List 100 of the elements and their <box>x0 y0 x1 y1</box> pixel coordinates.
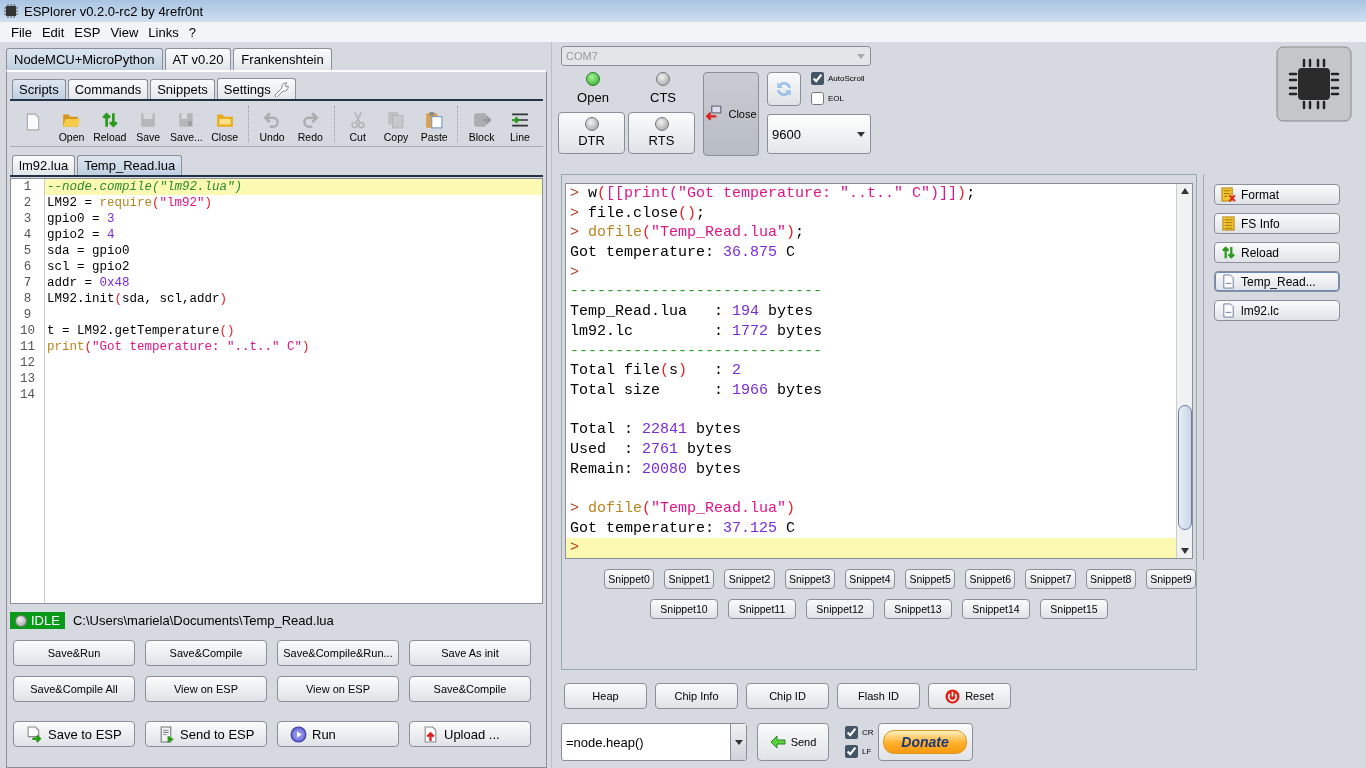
checkbox[interactable] <box>845 745 858 758</box>
command-button[interactable]: Chip ID <box>746 683 829 709</box>
send-button[interactable]: Send <box>757 723 829 761</box>
scrollbar[interactable] <box>1176 184 1192 558</box>
file-path: C:\Users\mariela\Documents\Temp_Read.lua <box>72 613 334 628</box>
connect-button[interactable]: Close <box>703 72 759 156</box>
menu-item[interactable]: View <box>105 24 144 40</box>
menu-item[interactable]: ? <box>183 24 201 40</box>
script-button[interactable]: Save As init <box>409 640 531 666</box>
tab[interactable]: Scripts <box>12 79 66 99</box>
snippet-button[interactable]: Snippet1 <box>664 569 715 589</box>
script-button[interactable]: Save&Run <box>13 640 135 666</box>
file-tab[interactable]: lm92.lua <box>12 155 76 175</box>
console-line: Total file(s) : 2 <box>569 361 743 381</box>
script-button[interactable]: Save&Compile All <box>13 676 135 702</box>
document-icon <box>1221 274 1236 289</box>
signal-label: Open <box>577 90 609 105</box>
led-icon <box>15 614 27 627</box>
script-button[interactable]: Save&Compile&Run... <box>277 640 399 666</box>
command-button[interactable]: Reset <box>928 683 1011 709</box>
console-line: ---------------------------- <box>569 341 824 362</box>
command-button[interactable]: Heap <box>564 683 647 709</box>
snippet-button[interactable]: Snippet4 <box>844 569 895 589</box>
line-number: 7 <box>22 275 33 291</box>
baud-dropdown[interactable]: 9600 <box>767 114 871 154</box>
line-number: 9 <box>22 307 33 323</box>
snippet-button[interactable]: Snippet8 <box>1085 569 1136 589</box>
document-icon <box>422 725 439 743</box>
snippet-button[interactable]: Snippet13 <box>884 599 952 619</box>
tab[interactable]: Settings <box>216 78 296 99</box>
snippet-button[interactable]: Snippet7 <box>1025 569 1076 589</box>
snippet-button[interactable]: Snippet10 <box>650 599 718 619</box>
snippet-button[interactable]: Snippet14 <box>962 599 1030 619</box>
snippet-button[interactable]: Snippet9 <box>1145 569 1196 589</box>
checkbox[interactable] <box>811 72 824 85</box>
file-button[interactable]: lm92.lc <box>1214 300 1340 321</box>
snippet-button[interactable]: Snippet11 <box>728 599 796 619</box>
file-button[interactable]: Reload <box>1214 242 1340 263</box>
snippet-button[interactable]: Snippet2 <box>724 569 775 589</box>
snippet-button[interactable]: Snippet3 <box>784 569 835 589</box>
tab[interactable]: AT v0.20 <box>164 48 232 70</box>
menu-item[interactable]: ESP <box>69 24 106 40</box>
wrench-icon <box>272 81 289 97</box>
line-number: 1 <box>22 179 33 195</box>
file-button[interactable]: FS Info <box>1214 213 1340 234</box>
console-line: Got temperature: 37.125 C <box>569 518 797 539</box>
action-button[interactable]: Run <box>277 721 399 747</box>
down-arrow-icon[interactable] <box>1180 548 1189 554</box>
code-line: LM92.init(sda, scl,addr) <box>46 291 229 307</box>
menu-item[interactable]: Edit <box>36 24 70 40</box>
tab[interactable]: Snippets <box>150 79 215 99</box>
snippet-button[interactable]: Snippet15 <box>1040 599 1108 619</box>
checkbox[interactable] <box>811 92 824 105</box>
file-button[interactable]: Format <box>1214 184 1340 205</box>
tab[interactable]: NodeMCU+MicroPython <box>6 48 163 70</box>
note-icon <box>1221 216 1236 231</box>
tab[interactable]: Frankenshtein <box>233 48 332 70</box>
console-line: ---------------------------- <box>569 282 824 303</box>
toolbar-button[interactable]: Close <box>205 111 244 146</box>
toolbar-button[interactable]: Reload <box>90 111 129 146</box>
snippet-button[interactable]: Snippet12 <box>806 599 874 619</box>
script-button[interactable]: Save&Compile <box>409 676 531 702</box>
menu-item[interactable]: File <box>6 24 37 40</box>
snippet-button[interactable]: Snippet0 <box>604 569 655 589</box>
snippet-button[interactable]: Snippet5 <box>905 569 956 589</box>
checkbox[interactable] <box>845 726 858 739</box>
file-button[interactable]: Temp_Read... <box>1214 271 1340 292</box>
dropdown-arrow-icon <box>857 53 865 59</box>
action-button[interactable]: Save to ESP <box>13 721 135 747</box>
script-button[interactable]: View on ESP <box>277 676 399 702</box>
action-button[interactable]: Upload ... <box>409 721 531 747</box>
snippet-button[interactable]: Snippet6 <box>965 569 1016 589</box>
tab[interactable]: Commands <box>67 79 149 99</box>
donate-button[interactable]: Donate <box>883 730 968 754</box>
signal-button[interactable]: DTR <box>558 111 625 154</box>
command-button[interactable]: Chip Info <box>655 683 738 709</box>
command-button[interactable]: Flash ID <box>837 683 920 709</box>
toolbar-button[interactable]: Open <box>52 111 91 146</box>
menu-item[interactable]: Links <box>143 24 184 40</box>
line-number: 14 <box>19 387 36 403</box>
file-tab[interactable]: Temp_Read.lua <box>77 155 183 175</box>
script-button[interactable]: View on ESP <box>145 676 267 702</box>
plug-icon <box>705 105 724 123</box>
up-arrow-icon[interactable] <box>1180 188 1189 194</box>
code-editor[interactable] <box>10 178 543 604</box>
dropdown-arrow-icon <box>857 131 865 137</box>
line-number: 5 <box>22 243 33 259</box>
toolbar-button[interactable]: Paste <box>415 111 454 146</box>
toolbar-button[interactable]: Line <box>500 111 540 146</box>
refresh-button[interactable] <box>767 72 801 106</box>
code-line: gpio2 = 4 <box>46 227 116 243</box>
action-button[interactable]: Send to ESP <box>145 721 267 747</box>
signal-button[interactable]: RTS <box>628 111 695 154</box>
document-icon <box>1221 303 1236 318</box>
console-line: Used : 2761 bytes <box>569 439 734 460</box>
code-line: sda = gpio0 <box>46 243 131 259</box>
command-field[interactable]: =node.heap() <box>561 723 747 761</box>
script-button[interactable]: Save&Compile <box>145 640 267 666</box>
code-line: scl = gpio2 <box>46 259 131 275</box>
scrollbar-thumb[interactable] <box>1177 405 1192 530</box>
